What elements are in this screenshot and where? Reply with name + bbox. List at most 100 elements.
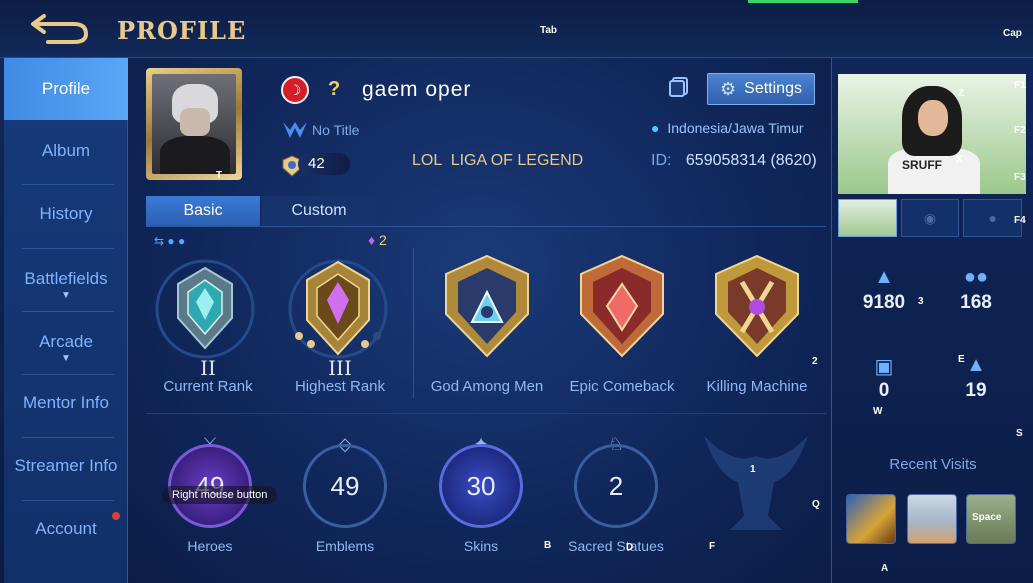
sidebar-item-label: Streamer Info — [14, 456, 118, 475]
sidebar-item-battlefields[interactable]: Battlefields ▼ — [4, 254, 128, 316]
gift-icon: ▣ — [874, 356, 894, 378]
gifts-stat[interactable]: ▣ 0 — [844, 354, 924, 402]
avatar[interactable] — [146, 68, 242, 180]
achievement-label: God Among Men — [430, 378, 544, 395]
key-hint: E — [958, 354, 965, 365]
profile-photo[interactable]: SRUFF — [838, 74, 1026, 194]
sidebar-divider — [22, 311, 114, 312]
swap-icon[interactable]: ⇆ ● ● — [154, 234, 185, 248]
key-hint-pill: Right mouse button — [162, 486, 278, 504]
popularity-stat: ▲ 9180 — [844, 266, 924, 314]
cards-icon[interactable] — [668, 76, 690, 98]
tab-custom[interactable]: Custom — [262, 196, 376, 226]
photo-thumbnails: ◉ ● — [838, 199, 1026, 237]
sidebar-item-arcade[interactable]: Arcade ▼ — [4, 317, 128, 379]
skins-count[interactable]: 30 — [439, 444, 523, 528]
chevron-down-icon: ▼ — [61, 290, 71, 301]
recent-visitor-avatar[interactable] — [907, 494, 957, 544]
squad-info[interactable]: LOL LIGA OF LEGEND — [412, 152, 583, 170]
recent-visitor-avatar[interactable] — [846, 494, 896, 544]
recent-visits-title: Recent Visits — [889, 456, 977, 473]
player-title[interactable]: No Title — [312, 122, 359, 138]
photo-thumbnail[interactable] — [838, 199, 897, 237]
settings-label: Settings — [744, 80, 802, 97]
god-among-men-badge-icon[interactable] — [432, 252, 542, 362]
skins-label: Skins — [463, 538, 499, 554]
level-badge: 42 — [298, 153, 350, 175]
photo-shirt-text: SRUFF — [902, 158, 942, 172]
likes-value: 19 — [965, 380, 987, 401]
sidebar-item-label: Battlefields — [24, 269, 108, 288]
emblems-count[interactable]: 49 — [303, 444, 387, 528]
key-hint: Z — [958, 88, 965, 99]
key-hint: Cap — [1003, 28, 1022, 39]
sidebar-item-label: Profile — [41, 79, 91, 98]
sidebar-item-mentor-info[interactable]: Mentor Info — [4, 372, 128, 434]
key-hint: T — [216, 170, 223, 181]
achievement-label: Killing Machine — [706, 378, 808, 395]
squad-name: LIGA OF LEGEND — [450, 152, 584, 169]
key-hint: 3 — [918, 296, 924, 307]
key-hint: F4 — [1014, 215, 1026, 226]
sidebar-item-history[interactable]: History — [4, 183, 128, 245]
key-hint: A — [881, 563, 889, 574]
badge-count: ♦ 2 — [368, 232, 387, 248]
key-hint: S — [1016, 428, 1023, 439]
sidebar-item-label: Mentor Info — [23, 393, 109, 412]
back-arrow-icon[interactable] — [30, 10, 92, 46]
rank-divider — [413, 248, 414, 398]
tab-basic[interactable]: Basic — [146, 196, 260, 226]
highest-rank-tier: III — [328, 356, 352, 380]
location-pin-icon: ● — [651, 120, 660, 136]
sidebar-item-account[interactable]: Account — [4, 498, 128, 560]
key-hint: W — [873, 406, 883, 417]
key-hint: F3 — [1014, 172, 1026, 183]
key-hint: 2 — [812, 356, 818, 367]
popularity-value: 9180 — [862, 292, 906, 313]
notification-dot — [112, 512, 120, 520]
gear-icon: ⚙ — [720, 78, 737, 99]
key-hint: B — [544, 540, 552, 551]
achievement-label: Epic Comeback — [569, 378, 675, 395]
flag-icon[interactable]: ☽ — [281, 76, 309, 104]
key-hint: D — [626, 542, 634, 553]
chevron-down-icon: ▼ — [61, 353, 71, 364]
key-hint: X — [956, 154, 963, 165]
sidebar-item-profile[interactable]: Profile — [4, 58, 128, 120]
sidebar-item-album[interactable]: Album — [4, 120, 128, 182]
key-hint: F1 — [1014, 80, 1026, 91]
row-divider — [146, 413, 826, 414]
trophy-silhouette-icon — [704, 436, 808, 530]
emblems-label: Emblems — [315, 538, 375, 554]
squad-tag: LOL — [412, 152, 443, 169]
settings-button[interactable]: ⚙ Settings — [707, 73, 815, 105]
sacred-statues-count[interactable]: 2 — [574, 444, 658, 528]
camera-icon[interactable]: ◉ — [900, 199, 960, 237]
highest-rank-medal-icon[interactable] — [283, 254, 393, 364]
current-rank-medal-icon[interactable] — [150, 254, 260, 364]
sidebar-item-label: History — [39, 204, 93, 223]
key-hint: Tab — [540, 25, 558, 36]
killing-machine-badge-icon[interactable] — [702, 252, 812, 362]
likes-stat[interactable]: ▲ 19 — [936, 354, 1016, 402]
right-panel: SRUFF ◉ ● ▲ 9180 ●● 168 ▣ 0 ▲ 19 Recent … — [831, 58, 1033, 583]
key-hint: F2 — [1014, 125, 1026, 136]
location: ● Indonesia/Jawa Timur — [651, 120, 804, 136]
sidebar-item-streamer-info[interactable]: Streamer Info — [4, 435, 128, 497]
tab-bar: Basic Custom — [146, 196, 378, 226]
people-icon: ●● — [963, 266, 989, 288]
sidebar-item-label: Arcade — [39, 332, 93, 351]
sacred-statues-label: Sacred Statues — [568, 538, 664, 554]
id-value: 659058314 (8620) — [685, 152, 817, 169]
player-name: gaem oper — [362, 78, 472, 101]
flame-icon: ▲ — [874, 266, 894, 288]
question-icon[interactable]: ? — [328, 78, 340, 101]
tab-divider — [146, 226, 826, 227]
key-hint: Space — [972, 512, 1002, 523]
title-icon — [283, 122, 307, 138]
id-label: ID: — [651, 152, 672, 169]
followers-stat[interactable]: ●● 168 — [936, 266, 1016, 314]
sidebar-item-label: Album — [41, 141, 91, 160]
heroes-label: Heroes — [187, 538, 233, 554]
epic-comeback-badge-icon[interactable] — [567, 252, 677, 362]
